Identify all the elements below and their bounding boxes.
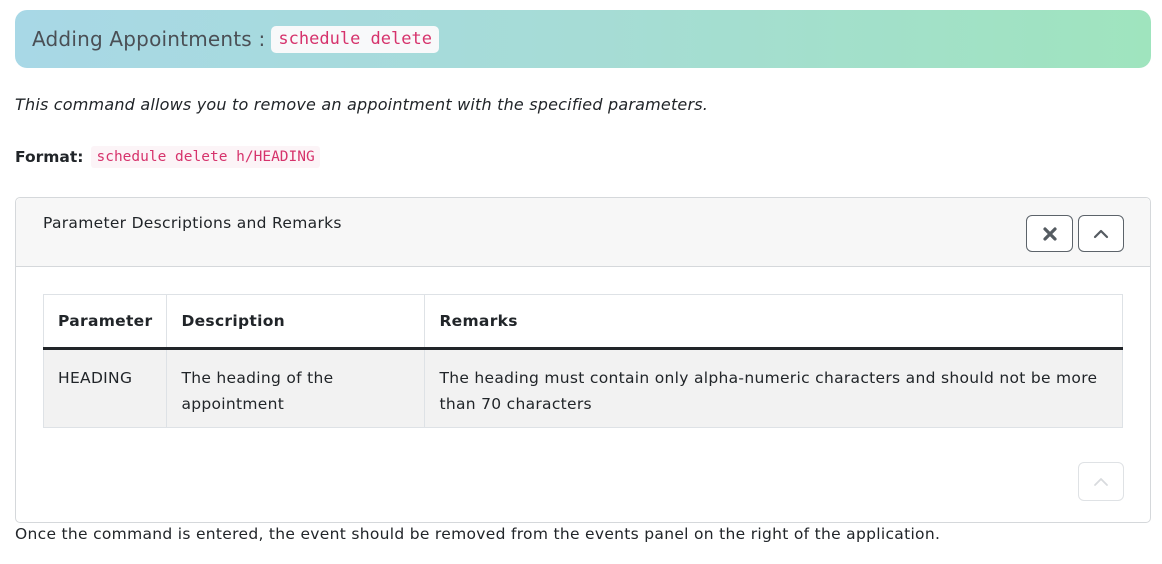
panel-header: Parameter Descriptions and Remarks	[16, 198, 1150, 267]
page: Adding Appointments : schedule delete Th…	[0, 0, 1162, 564]
section-title: Adding Appointments :	[32, 27, 266, 51]
parameter-panel: Parameter Descriptions and Remarks Param…	[15, 197, 1151, 523]
chevron-up-icon	[1094, 477, 1108, 486]
command-code: schedule delete	[271, 25, 439, 53]
panel-title: Parameter Descriptions and Remarks	[43, 214, 342, 232]
chevron-up-icon	[1093, 229, 1109, 238]
close-panel-button[interactable]	[1026, 215, 1073, 252]
section-header: Adding Appointments : schedule delete	[15, 10, 1151, 68]
table-header-row: Parameter Description Remarks	[42, 294, 1123, 350]
table-row: HEADING The heading of the appointment T…	[42, 348, 1123, 428]
outro-text: Once the command is entered, the event s…	[15, 525, 941, 543]
intro-text: This command allows you to remove an app…	[15, 95, 709, 114]
cell-parameter: HEADING	[42, 348, 168, 428]
format-line: Format: schedule delete h/HEADING	[15, 143, 320, 171]
collapse-panel-button[interactable]	[1078, 215, 1124, 252]
cell-remarks: The heading must contain only alpha-nume…	[424, 348, 1123, 428]
column-header-remarks: Remarks	[424, 294, 1123, 350]
collapse-bottom-button[interactable]	[1078, 462, 1124, 501]
format-label: Format:	[15, 148, 84, 166]
cell-description: The heading of the appointment	[166, 348, 426, 428]
column-header-parameter: Parameter	[42, 294, 168, 350]
parameter-table: Parameter Description Remarks HEADING Th…	[42, 294, 1123, 428]
column-header-description: Description	[166, 294, 426, 350]
format-code: schedule delete h/HEADING	[91, 146, 320, 168]
close-icon	[1042, 226, 1057, 241]
